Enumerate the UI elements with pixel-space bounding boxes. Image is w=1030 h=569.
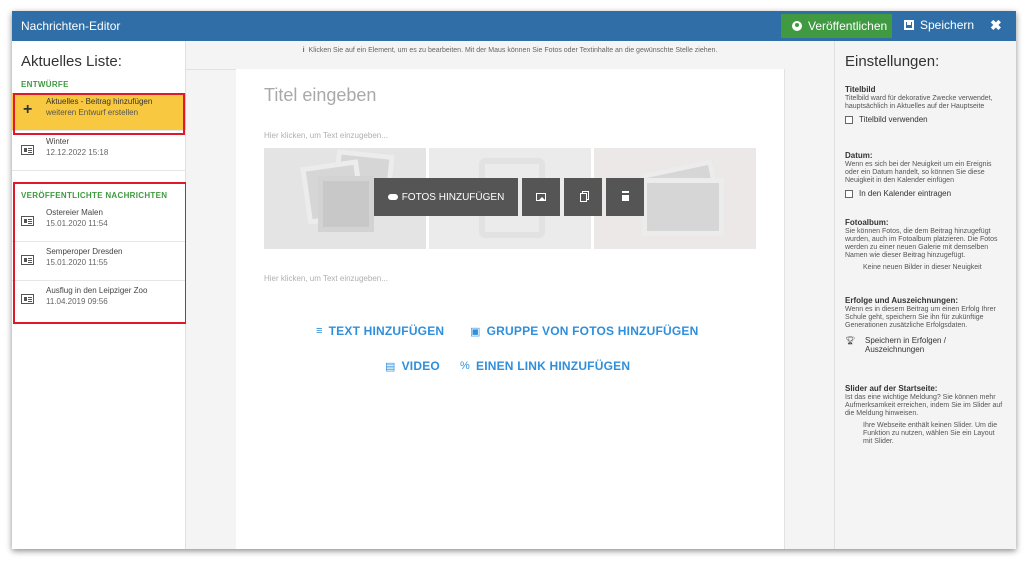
image-settings-button[interactable] [522,178,560,216]
published-date: 11.04.2019 09:56 [46,297,108,306]
link-icon: % [460,360,470,372]
published-title: Ostereier Malen [46,208,103,217]
save-achievement-button[interactable]: 🏆︎ Speichern in Erfolgen / Auszeichnunge… [845,336,1005,354]
add-photos-button[interactable]: FOTOS HINZUFÜGEN [374,178,518,216]
photo-gallery[interactable]: FOTOS HINZUFÜGEN [264,148,756,249]
publish-button[interactable]: Veröffentlichen [781,14,892,38]
newspaper-icon [21,255,34,265]
titlebild-checkbox[interactable]: Titelbild verwenden [845,115,1005,124]
text-field[interactable]: Hier klicken, um Text einzugeben... [264,131,388,140]
close-icon[interactable]: ✖ [990,17,1002,34]
published-item[interactable]: Semperoper Dresden 15.01.2020 11:55 [12,243,186,281]
editor-hint: i Klicken Sie auf ein Element, um es zu b… [186,47,834,54]
published-date: 15.01.2020 11:54 [46,219,108,228]
image-icon: ▣ [470,325,481,338]
newspaper-icon [21,216,34,226]
publish-label: Veröffentlichen [808,19,888,33]
add-link-label: EINEN LINK HINZUFÜGEN [475,359,631,373]
datum-section: Datum: Wenn es sich bei der Neuigkeit um… [845,151,1005,198]
published-section-label: VERÖFFENTLICHTE NACHRICHTEN [21,191,168,200]
settings-heading: Einstellungen: [845,53,940,70]
film-icon: ▤ [385,360,396,373]
cloud-upload-icon [387,194,398,200]
published-title: Semperoper Dresden [46,247,123,256]
fotoalbum-section: Fotoalbum: Sie können Fotos, die dem Bei… [845,218,1005,272]
title-bar: Nachrichten-Editor Veröffentlichen Speic… [12,11,1016,41]
editor-paper [236,69,784,549]
editor-margin-column [784,69,834,549]
trophy-icon: 🏆︎ [845,336,856,345]
sidebar-heading: Aktuelles Liste: [21,53,122,70]
editor-area: i Klicken Sie auf ein Element, um es zu b… [186,41,834,549]
drafts-section-label: ENTWÜRFE [21,80,69,89]
text-align-icon: ≡ [316,325,323,337]
floppy-icon [904,20,914,30]
datum-desc: Wenn es sich bei der Neuigkeit um ein Er… [845,161,992,184]
title-input[interactable]: Titel eingeben [264,85,376,106]
titlebild-section: Titelbild Titelbild ward für dekorative … [845,85,1005,124]
save-achievement-label: Speichern in Erfolgen / Auszeichnungen [865,336,946,354]
text-field[interactable]: Hier klicken, um Text einzugeben... [264,274,388,283]
add-video-label: VIDEO [401,359,440,373]
checkbox-icon [845,189,853,198]
datum-title: Datum: [845,151,873,160]
titlebild-desc: Titelbild ward für dekorative Zwecke ver… [845,95,993,110]
draft-date: 12.12.2022 15:18 [46,148,109,157]
erfolge-desc: Wenn es in diesem Beitrag um einen Erfol… [845,306,996,329]
calendar-checkbox-label: In den Kalender eintragen [859,189,952,198]
newspaper-icon [21,294,34,304]
add-text-label: TEXT HINZUFÜGEN [328,324,445,338]
delete-button[interactable] [606,178,644,216]
fotoalbum-title: Fotoalbum: [845,218,889,227]
add-news-item[interactable]: + Aktuelles - Beitrag hinzufügen weitere… [12,93,186,131]
published-title: Ausflug in den Leipziger Zoo [46,286,148,295]
draft-item[interactable]: Winter 12.12.2022 15:18 [12,133,186,171]
add-link-button[interactable]: % EINEN LINK HINZUFÜGEN [460,359,630,373]
image-icon [536,193,546,201]
info-icon: i [302,47,305,54]
slider-section: Slider auf der Startseite: Ist das eine … [845,384,1005,446]
editor-window: Nachrichten-Editor Veröffentlichen Speic… [12,11,1016,549]
news-list-sidebar: Aktuelles Liste: ENTWÜRFE + Aktuelles - … [12,41,187,549]
add-photos-label: FOTOS HINZUFÜGEN [401,191,505,203]
fotoalbum-note: Keine neuen Bilder in dieser Neuigkeit [863,264,982,271]
slider-desc: Ist das eine wichtige Meldung? Sie könne… [845,394,1003,417]
window-title: Nachrichten-Editor [21,19,121,33]
draft-title: Winter [46,137,70,146]
add-text-button[interactable]: ≡ TEXT HINZUFÜGEN [316,324,444,338]
titlebild-checkbox-label: Titelbild verwenden [859,115,928,124]
add-news-title: Aktuelles - Beitrag hinzufügen [46,97,153,106]
calendar-checkbox[interactable]: In den Kalender eintragen [845,189,1005,198]
newspaper-icon [21,145,34,155]
settings-panel: Einstellungen: Titelbild Titelbild ward … [834,41,1016,549]
add-photo-group-button[interactable]: ▣ GRUPPE VON FOTOS HINZUFÜGEN [470,324,698,338]
image-icon [642,178,724,236]
save-label: Speichern [920,18,975,32]
published-date: 15.01.2020 11:55 [46,258,108,267]
erfolge-title: Erfolge und Auszeichnungen: [845,296,959,305]
globe-icon [792,21,802,31]
photo-frame-icon [318,176,374,232]
fotoalbum-desc: Sie können Fotos, die dem Beitrag hinzug… [845,228,998,259]
plus-icon: + [23,101,33,118]
published-item[interactable]: Ostereier Malen 15.01.2020 11:54 [12,204,186,242]
add-video-button[interactable]: ▤ VIDEO [385,359,440,373]
slider-title: Slider auf der Startseite: [845,384,938,393]
slider-note: Ihre Webseite enthält keinen Slider. Um … [863,422,998,445]
save-button[interactable]: Speichern [904,18,974,32]
published-item[interactable]: Ausflug in den Leipziger Zoo 11.04.2019 … [12,282,186,320]
trash-icon [621,193,629,201]
titlebild-title: Titelbild [845,85,876,94]
checkbox-icon [845,115,853,124]
erfolge-section: Erfolge und Auszeichnungen: Wenn es in d… [845,296,1005,354]
photo-toolbar: FOTOS HINZUFÜGEN [374,178,648,216]
copy-icon [579,192,587,202]
add-photo-group-label: GRUPPE VON FOTOS HINZUFÜGEN [486,324,699,338]
add-news-subtitle: weiteren Entwurf erstellen [46,108,139,117]
duplicate-button[interactable] [564,178,602,216]
editor-hint-text: Klicken Sie auf ein Element, um es zu be… [308,47,718,54]
